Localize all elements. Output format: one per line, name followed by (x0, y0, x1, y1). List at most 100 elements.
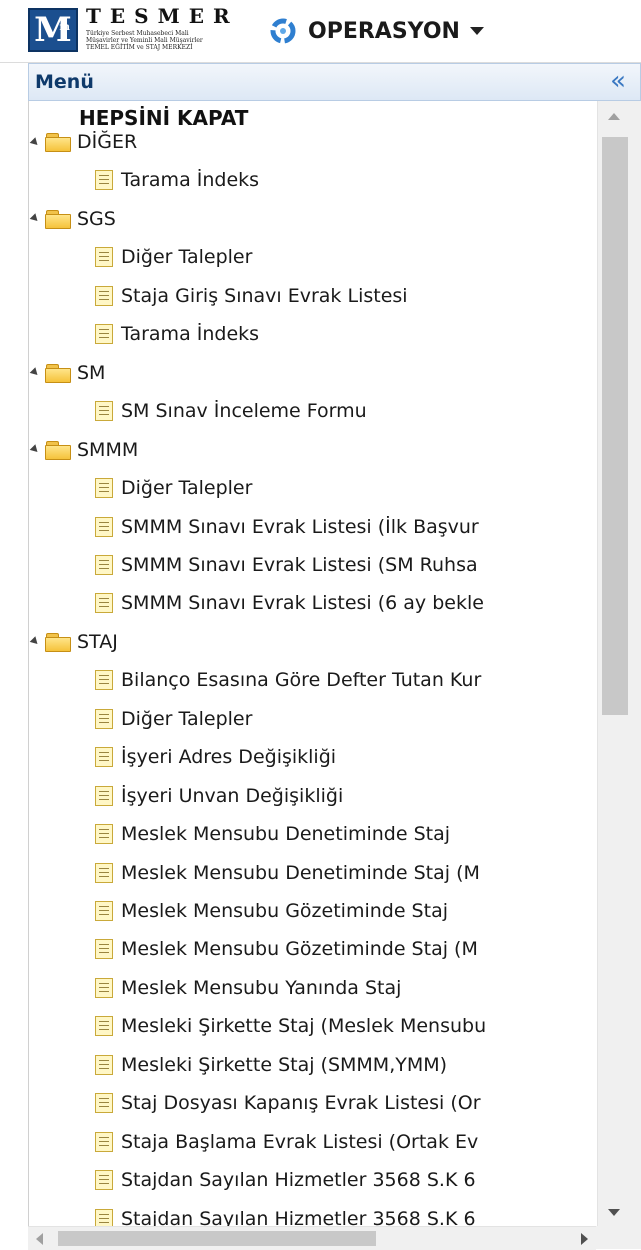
tree-item-label: Diğer Talepler (121, 477, 253, 500)
tree-item-label: SMMM Sınavı Evrak Listesi (6 ay bekle (121, 592, 484, 615)
logo-subtitle-1: Türkiye Serbest Muhasebeci Mali (86, 30, 189, 37)
tree-item[interactable]: Mesleki Şirkette Staj (Meslek Mensubu (95, 1008, 486, 1044)
document-icon (95, 747, 113, 768)
tree-item-label: Diğer Talepler (121, 246, 253, 269)
tree-item[interactable]: İşyeri Unvan Değişikliği (95, 778, 343, 814)
tree-folder[interactable]: STAJ (29, 624, 118, 660)
tree-item-label: İşyeri Unvan Değişikliği (121, 784, 344, 807)
logo-mark-sup: m (59, 22, 70, 33)
horizontal-scrollbar[interactable] (28, 1226, 596, 1250)
document-icon (95, 324, 113, 345)
operasyon-menu-button[interactable]: OPERASYON (268, 14, 484, 48)
tree-item-label: Meslek Mensubu Gözetiminde Staj (121, 900, 448, 922)
document-icon (95, 1170, 113, 1191)
tree-item[interactable]: Staja Giriş Sınavı Evrak Listesi (95, 278, 408, 314)
tree-item[interactable]: Stajdan Sayılan Hizmetler 3568 S.K 6 (95, 1162, 476, 1198)
tree-item[interactable]: Diğer Talepler (95, 239, 252, 275)
tree-item-label: SM Sınav İnceleme Formu (121, 400, 367, 423)
logo-title: TESMER (86, 4, 239, 28)
tree-item[interactable]: Diğer Talepler (95, 470, 252, 506)
tree-folder[interactable]: SMMM (29, 432, 138, 468)
tree-item-label: Meslek Mensubu Denetiminde Staj (121, 823, 451, 846)
tree-item[interactable]: Meslek Mensubu Yanında Staj (95, 970, 401, 1006)
tree-item[interactable]: Meslek Mensubu Gözetiminde Staj (M (95, 931, 478, 967)
tree-item[interactable]: SMMM Sınavı Evrak Listesi (SM Ruhsa (95, 547, 478, 583)
scroll-right-arrow-icon[interactable] (581, 1233, 588, 1245)
scroll-down-arrow-icon[interactable] (608, 1209, 620, 1216)
folder-icon (45, 363, 71, 383)
scroll-left-arrow-icon[interactable] (36, 1233, 43, 1245)
tree-item-label: Staja Giriş Sınavı Evrak Listesi (121, 284, 408, 307)
expand-arrow-icon[interactable] (29, 136, 41, 148)
document-icon (95, 708, 113, 729)
horizontal-scroll-thumb[interactable] (58, 1231, 376, 1246)
tree-item-label: Tarama İndeks (121, 169, 260, 192)
tree-item-label: Tarama İndeks (121, 323, 260, 346)
tree-item[interactable]: Meslek Mensubu Denetiminde Staj (M (95, 855, 480, 891)
tree-item[interactable]: Meslek Mensubu Gözetiminde Staj (95, 893, 448, 929)
scroll-up-arrow-icon[interactable] (608, 113, 620, 120)
document-icon (95, 1131, 113, 1152)
menu-header: Menü « (28, 63, 641, 101)
document-icon (95, 1093, 113, 1114)
menu-title: Menü (35, 71, 94, 93)
document-icon (95, 862, 113, 883)
collapse-menu-icon[interactable]: « (610, 66, 626, 96)
tree-item-label: SMMM Sınavı Evrak Listesi (SM Ruhsa (121, 553, 478, 576)
tree-item-label: İşyeri Adres Değişikliği (121, 746, 337, 769)
tree-item-label: Stajdan Sayılan Hizmetler 3568 S.K 6 (121, 1207, 476, 1226)
app-menu-label: OPERASYON (308, 18, 460, 44)
scrollbar-corner (596, 1226, 641, 1249)
tree-item[interactable]: Tarama İndeks (95, 162, 259, 198)
tree-folder[interactable]: SM (29, 355, 105, 391)
tree-item-label: Bilanço Esasına Göre Defter Tutan Kur (121, 669, 482, 692)
tree-item[interactable]: Tarama İndeks (95, 316, 259, 352)
folder-icon (45, 209, 71, 229)
top-bar: Mm TESMER Türkiye Serbest Muhasebeci Mal… (0, 0, 641, 63)
tree-item[interactable]: Mesleki Şirkette Staj (SMMM,YMM) (95, 1047, 447, 1083)
tree-folder[interactable]: DİĞER (29, 124, 138, 160)
tree-folder-label: SGS (77, 207, 116, 230)
tesmer-logo[interactable]: Mm TESMER Türkiye Serbest Muhasebeci Mal… (28, 4, 254, 56)
tree-item[interactable]: İşyeri Adres Değişikliği (95, 739, 336, 775)
tree-item[interactable]: SM Sınav İnceleme Formu (95, 393, 367, 429)
tree-folder-label: DİĞER (77, 131, 138, 153)
folder-icon (45, 133, 71, 152)
document-icon (95, 170, 113, 191)
tree-item[interactable]: Diğer Talepler (95, 701, 252, 737)
expand-arrow-icon[interactable] (29, 444, 41, 455)
expand-arrow-icon[interactable] (29, 636, 41, 648)
document-icon (95, 1208, 113, 1226)
tree-item[interactable]: Bilanço Esasına Göre Defter Tutan Kur (95, 662, 481, 698)
folder-icon (45, 632, 71, 652)
logo-subtitle-3: TEMEL EĞİTİM ve STAJ MERKEZİ (86, 44, 193, 51)
document-icon (95, 285, 113, 306)
expand-arrow-icon[interactable] (29, 367, 41, 378)
caret-down-icon (469, 27, 484, 35)
document-icon (95, 670, 113, 691)
document-icon (95, 401, 113, 422)
folder-icon (45, 440, 71, 460)
tree-folder-label: STAJ (77, 630, 118, 653)
document-icon (95, 478, 113, 499)
tree-item[interactable]: Stajdan Sayılan Hizmetler 3568 S.K 6 (95, 1201, 476, 1226)
document-icon (95, 785, 113, 806)
document-icon (95, 247, 113, 268)
tree-item-label: SMMM Sınavı Evrak Listesi (İlk Başvur (121, 515, 479, 538)
tree-item-label: Diğer Talepler (121, 707, 253, 730)
tree-item-label: Staja Başlama Evrak Listesi (Ortak Ev (121, 1130, 479, 1153)
vertical-scroll-thumb[interactable] (602, 137, 628, 715)
tree-item-label: Meslek Mensubu Denetiminde Staj (M (121, 861, 480, 884)
logo-mark: Mm (28, 8, 78, 52)
document-icon (95, 977, 113, 998)
tree-item[interactable]: Staja Başlama Evrak Listesi (Ortak Ev (95, 1124, 478, 1160)
tree-item[interactable]: SMMM Sınavı Evrak Listesi (6 ay bekle (95, 585, 484, 621)
tree-item[interactable]: Meslek Mensubu Denetiminde Staj (95, 816, 450, 852)
vertical-scrollbar[interactable] (597, 101, 641, 1226)
document-icon (95, 593, 113, 614)
tree-item[interactable]: SMMM Sınavı Evrak Listesi (İlk Başvur (95, 509, 479, 545)
expand-arrow-icon[interactable] (29, 213, 41, 225)
tree-item-label: Stajdan Sayılan Hizmetler 3568 S.K 6 (121, 1169, 476, 1192)
tree-item[interactable]: Staj Dosyası Kapanış Evrak Listesi (Or (95, 1085, 481, 1121)
tree-folder[interactable]: SGS (29, 201, 116, 237)
